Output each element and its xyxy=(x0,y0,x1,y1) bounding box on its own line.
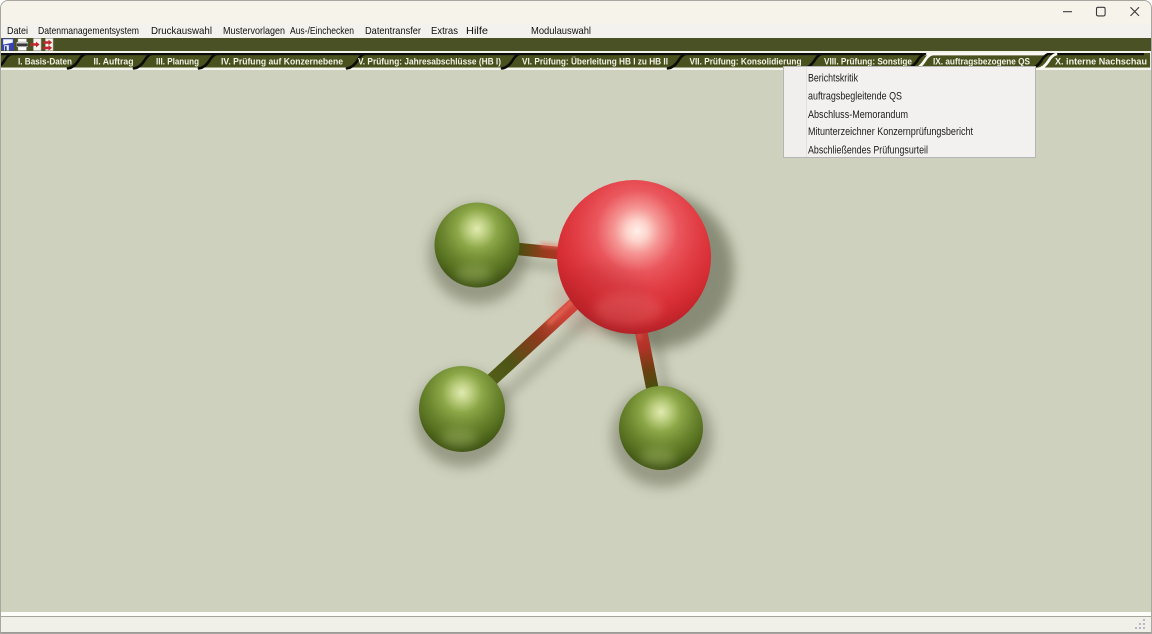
svg-text:Datei: Datei xyxy=(7,25,28,37)
svg-text:IV. Prüfung auf Konzernebene: IV. Prüfung auf Konzernebene xyxy=(221,57,343,68)
svg-text:Datenmanagementsystem: Datenmanagementsystem xyxy=(38,25,139,37)
svg-text:Abschluss-Memorandum: Abschluss-Memorandum xyxy=(808,109,908,121)
svg-text:V. Prüfung: Jahresabschlüsse (: V. Prüfung: Jahresabschlüsse (HB I) xyxy=(358,57,501,68)
svg-text:Berichtskritik: Berichtskritik xyxy=(808,73,858,85)
svg-text:III. Planung: III. Planung xyxy=(156,57,199,68)
svg-text:X. interne Nachschau: X. interne Nachschau xyxy=(1055,57,1147,68)
svg-text:II. Auftrag: II. Auftrag xyxy=(94,57,134,68)
svg-text:Datentransfer: Datentransfer xyxy=(365,25,421,37)
svg-text:Mitunterzeichner Konzernprüfun: Mitunterzeichner Konzernprüfungsbericht xyxy=(808,126,973,138)
svg-text:Extras: Extras xyxy=(431,25,458,37)
svg-text:Abschließendes Prüfungsurteil: Abschließendes Prüfungsurteil xyxy=(808,144,928,156)
svg-text:Modulauswahl: Modulauswahl xyxy=(531,25,591,37)
svg-text:Aus-/Einchecken: Aus-/Einchecken xyxy=(290,25,354,37)
svg-text:I. Basis-Daten: I. Basis-Daten xyxy=(18,57,72,68)
svg-text:Druckauswahl: Druckauswahl xyxy=(151,25,212,37)
svg-text:VI. Prüfung: Überleitung HB I: VI. Prüfung: Überleitung HB I zu HB II xyxy=(522,57,668,68)
svg-text:auftragsbegleitende QS: auftragsbegleitende QS xyxy=(808,91,902,103)
svg-text:Hilfe: Hilfe xyxy=(466,25,488,37)
svg-text:Mustervorlagen: Mustervorlagen xyxy=(223,25,285,37)
